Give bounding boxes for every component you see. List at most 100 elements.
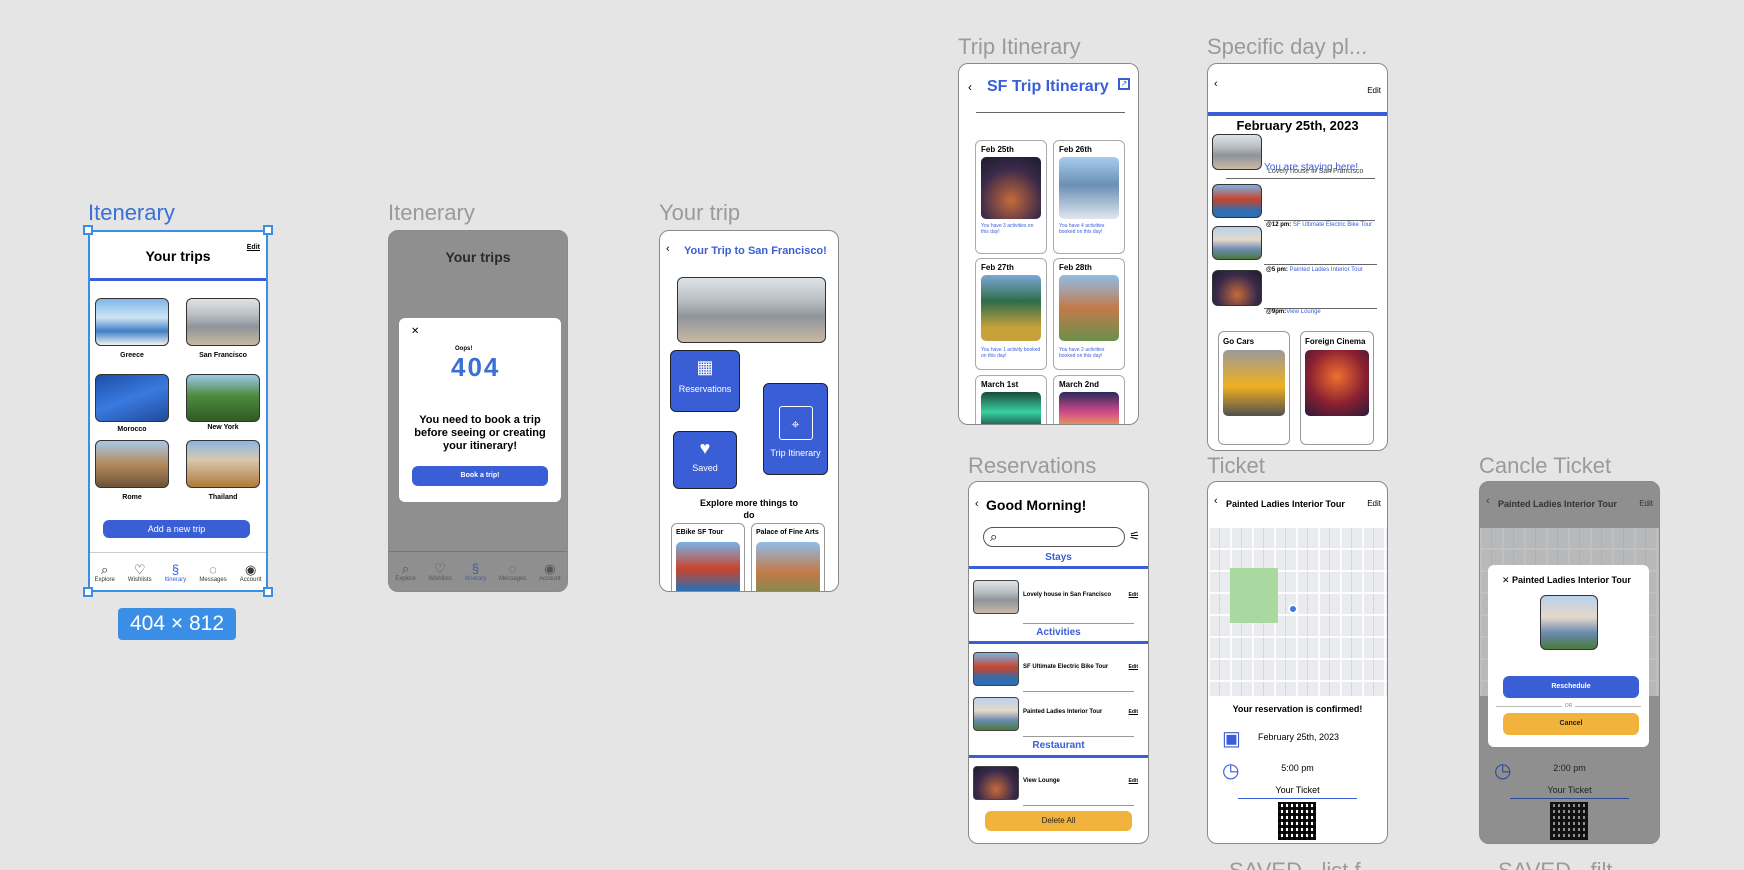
reservations-frame[interactable]: ‹ Good Morning! ⌕ ⚟ Stays Lovely house i… [968,481,1149,844]
itinerary-item[interactable]: @5 pm: Painted Ladies Interior Tour [1266,267,1363,273]
item-image[interactable] [1212,270,1262,306]
nav-messages[interactable]: ◌ Messages [199,562,226,583]
frame-label-reservations[interactable]: Reservations [968,453,1096,479]
suggestion-card[interactable]: Foreign Cinema [1300,331,1374,445]
destination-image-rome[interactable] [95,440,169,488]
day-card[interactable]: Feb 25th You have 3 activities on this d… [975,140,1047,254]
specific-day-frame[interactable]: ‹ Edit February 25th, 2023 You are stayi… [1207,63,1388,451]
destination-image-morocco[interactable] [95,374,169,422]
frame-label-itinerary[interactable]: Itenerary [88,200,175,226]
frame-label-ticket[interactable]: Ticket [1207,453,1265,479]
account-icon: ◉ [244,561,257,577]
destination-image-thailand[interactable] [186,440,260,488]
nav-messages[interactable]: ◌ Messages [499,561,526,582]
nav-explore[interactable]: ⌕ Explore [95,562,115,583]
delete-all-button[interactable]: Delete All [985,811,1132,831]
reservation-row[interactable]: View Lounge Edit [971,764,1146,806]
search-input[interactable]: ⌕ [983,527,1125,547]
day-card[interactable]: Feb 28th You have 2 activities booked on… [1053,258,1125,370]
map-view[interactable] [1208,528,1387,696]
reservation-image [973,580,1019,614]
reservations-tile[interactable]: ▦ Reservations [670,350,740,412]
edit-link[interactable]: Edit [1129,778,1138,784]
frame-label-cancel-ticket[interactable]: Cancle Ticket [1479,453,1611,479]
resize-handle[interactable] [263,587,273,597]
reschedule-button[interactable]: Reschedule [1503,676,1639,698]
close-icon[interactable]: ✕ [411,326,419,337]
edit-link[interactable]: Edit [1639,499,1653,508]
your-trip-frame[interactable]: ‹ Your Trip to San Francisco! ▦ Reservat… [659,230,839,592]
edit-link[interactable]: Edit [1129,664,1138,670]
back-icon[interactable]: ‹ [1214,78,1218,90]
frame-label-your-trip[interactable]: Your trip [659,200,740,226]
activity-card[interactable]: Palace of Fine Arts [751,523,825,591]
frame-label-specific-day[interactable]: Specific day pl... [1207,34,1367,60]
error-modal: ✕ Oops! 404 You need to book a trip befo… [399,318,561,502]
saved-tile[interactable]: ♥ Saved [673,431,737,489]
filter-icon[interactable]: ⚟ [1129,529,1140,543]
destination-image-new-york[interactable] [186,374,260,422]
calendar-check-icon: ▣ [1222,728,1241,750]
activity-card[interactable]: EBike SF Tour [671,523,745,591]
day-card[interactable]: Feb 27th You have 1 activity booked on t… [975,258,1047,370]
empty-itinerary-frame[interactable]: Your trips ✕ Oops! 404 You need to book … [388,230,568,592]
resize-handle[interactable] [83,225,93,235]
nav-explore[interactable]: ⌕ Explore [395,561,415,582]
day-card[interactable]: Feb 26th You have 4 activities booked on… [1053,140,1125,254]
item-image[interactable] [1212,226,1262,260]
frame-label-itinerary-empty[interactable]: Itenerary [388,200,475,226]
resize-handle[interactable] [263,225,273,235]
design-canvas: Itenerary Your trips Edit Greece San Fra… [0,0,1744,870]
back-icon[interactable]: ‹ [1214,495,1218,507]
resize-handle[interactable] [83,587,93,597]
share-icon[interactable]: ↗ [1118,78,1130,90]
nav-itinerary[interactable]: § Itinerary [465,561,487,582]
nav-wishlists[interactable]: ♡ Wishlists [428,561,452,582]
reservation-row[interactable]: Lovely house in San Francisco Edit [971,578,1146,624]
edit-link[interactable]: Edit [247,244,260,251]
reservation-row[interactable]: Painted Ladies Interior Tour Edit [971,695,1146,737]
trip-itinerary-tile[interactable]: ⌖ Trip Itinerary [763,383,828,475]
modal-title: Painted Ladies Interior Tour [1512,575,1631,585]
divider [976,112,1125,113]
stay-image[interactable] [1212,134,1262,170]
edit-link[interactable]: Edit [1367,499,1381,508]
itinerary-item[interactable]: @9pm:View Lounge [1266,309,1321,315]
edit-link[interactable]: Edit [1129,709,1138,715]
frame-label-saved-list[interactable]: SAVED - list f [1229,858,1361,870]
back-icon[interactable]: ‹ [1486,495,1490,507]
frame-label-trip-itinerary[interactable]: Trip Itinerary [958,34,1081,60]
or-separator: OR [1488,703,1649,709]
cancel-button[interactable]: Cancel [1503,713,1639,735]
edit-link[interactable]: Edit [1367,86,1381,95]
back-icon[interactable]: ‹ [666,243,670,255]
your-trips-frame[interactable]: Your trips Edit Greece San Francisco Mor… [88,230,268,592]
book-trip-button[interactable]: Book a trip! [412,466,548,486]
close-icon[interactable]: ✕ [1502,575,1510,586]
greeting: Good Morning! [986,497,1087,513]
item-image[interactable] [1212,184,1262,218]
trip-itinerary-frame[interactable]: ‹ SF Trip Itinerary ↗ Feb 25th You have … [958,63,1139,425]
back-icon[interactable]: ‹ [968,80,972,94]
day-card[interactable]: March 2nd [1053,375,1125,424]
reservation-row[interactable]: SF Ultimate Electric Bike Tour Edit [971,650,1146,692]
nav-itinerary[interactable]: § Itinerary [164,562,187,583]
ticket-frame[interactable]: ‹ Painted Ladies Interior Tour Edit Your… [1207,481,1388,844]
day-date: Feb 25th [981,145,1014,154]
destination-image-san-francisco[interactable] [186,298,260,346]
cancel-ticket-frame[interactable]: ‹ Painted Ladies Interior Tour Edit ✕ Pa… [1479,481,1660,844]
destination-image-greece[interactable] [95,298,169,346]
day-card[interactable]: March 1st [975,375,1047,424]
frame-label-saved-filter[interactable]: SAVED - filt [1498,858,1613,870]
nav-label: Itinerary [164,576,187,583]
nav-account[interactable]: ◉ Account [539,561,561,582]
edit-link[interactable]: Edit [1129,592,1138,598]
destination-label: New York [207,424,239,431]
suggestion-card[interactable]: Go Cars [1218,331,1290,445]
itinerary-item[interactable]: @12 pm: SF Ultimate Electric Bike Tour [1266,222,1372,228]
nav-wishlists[interactable]: ♡ Wishlists [128,562,152,583]
back-icon[interactable]: ‹ [975,498,979,510]
nav-account[interactable]: ◉ Account [240,561,262,583]
ticket-title: Painted Ladies Interior Tour [1226,499,1345,509]
add-trip-button[interactable]: Add a new trip [103,520,250,538]
